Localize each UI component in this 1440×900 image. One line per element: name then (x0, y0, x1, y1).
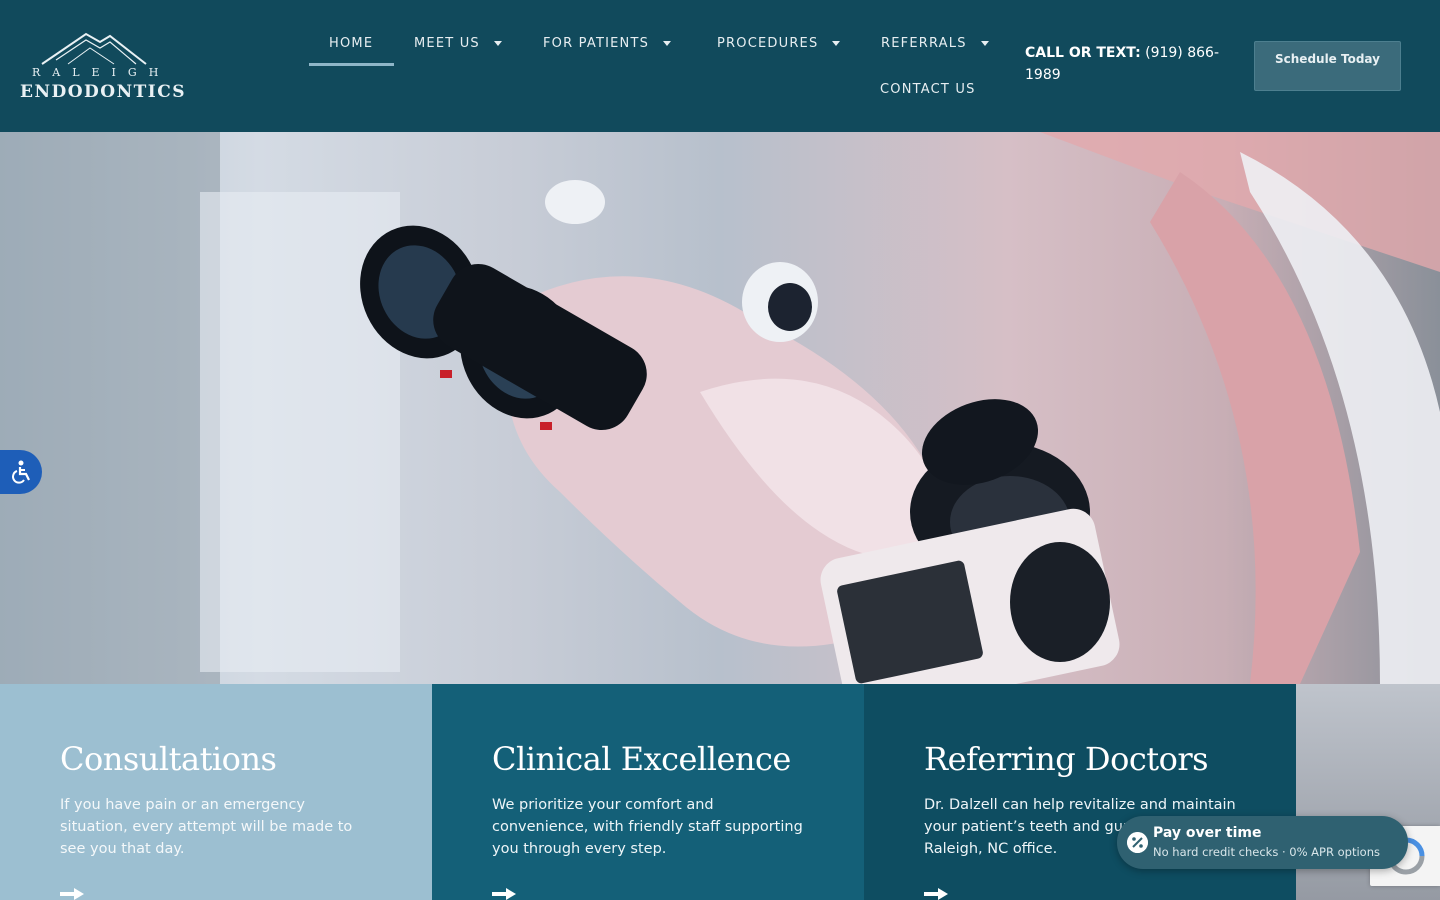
card-text: We prioritize your comfort and convenien… (492, 797, 803, 857)
mountain-logo-icon (41, 32, 147, 65)
card-title: Referring Doctors (924, 740, 1209, 778)
nav-meet-us[interactable]: MEET US (414, 32, 502, 54)
logo[interactable]: RALEIGH ENDODONTICS (20, 30, 185, 102)
caret-down-icon (980, 40, 989, 46)
nav-for-patients[interactable]: FOR PATIENTS (543, 32, 672, 54)
arrow-right-icon[interactable] (60, 888, 84, 900)
dental-microscope-image (360, 132, 1440, 684)
card-clinical-excellence: Clinical Excellence We prioritize your c… (432, 684, 864, 900)
caret-down-icon (832, 40, 841, 46)
card-title: Clinical Excellence (492, 740, 791, 778)
nav-for-patients-label: FOR PATIENTS (543, 35, 650, 51)
nav-home-label: HOME (329, 35, 374, 51)
call-or-text[interactable]: CALL OR TEXT: (919) 866-1989 (1025, 42, 1235, 86)
accessibility-button[interactable] (0, 450, 42, 494)
card-text: If you have pain or an emergency situati… (60, 797, 353, 857)
caret-down-icon (493, 40, 502, 46)
caret-down-icon (663, 40, 672, 46)
nav-procedures[interactable]: PROCEDURES (717, 32, 841, 54)
nav-referrals[interactable]: REFERRALS (881, 32, 989, 54)
pay-over-time-widget[interactable]: Pay over time No hard credit checks · 0%… (1117, 816, 1408, 869)
nav-meet-us-label: MEET US (414, 35, 480, 51)
nav-contact-us[interactable]: CONTACT US (880, 78, 976, 100)
nav-contact-us-label: CONTACT US (880, 81, 976, 97)
nav-procedures-label: PROCEDURES (717, 35, 819, 51)
wheelchair-icon (12, 460, 30, 484)
schedule-today-button[interactable]: Schedule Today (1254, 41, 1401, 91)
nav-active-indicator (309, 63, 394, 66)
card-consultations: Consultations If you have pain or an eme… (0, 684, 432, 900)
logo-subtitle: RALEIGH (32, 66, 171, 79)
call-label: CALL OR TEXT: (1025, 45, 1141, 61)
percent-icon (1127, 832, 1148, 853)
hero-image (0, 132, 1440, 684)
card-title: Consultations (60, 740, 277, 778)
logo-title: ENDODONTICS (20, 82, 187, 102)
site-header: RALEIGH ENDODONTICS HOME MEET US FOR PAT… (0, 0, 1440, 132)
pay-title: Pay over time (1153, 825, 1262, 841)
nav-home[interactable]: HOME (329, 32, 373, 54)
arrow-right-icon[interactable] (924, 888, 948, 900)
pay-subtitle: No hard credit checks · 0% APR options (1153, 845, 1380, 859)
arrow-right-icon[interactable] (492, 888, 516, 900)
nav-referrals-label: REFERRALS (881, 35, 967, 51)
